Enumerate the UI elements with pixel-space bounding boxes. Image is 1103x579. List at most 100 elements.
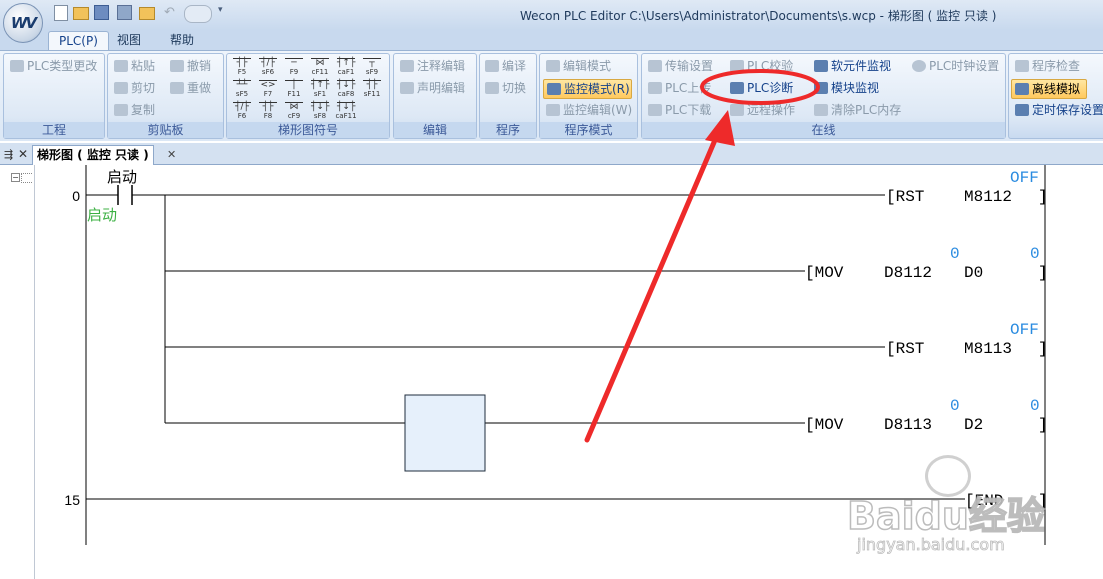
module-monitor-icon (814, 82, 828, 94)
clear-plc-memory-button[interactable]: 清除PLC内存 (814, 101, 901, 119)
cut-button[interactable]: 剪切 (114, 79, 155, 97)
group-edit: 注释编辑 声明编辑 编辑 (393, 53, 477, 139)
mov-instruction[interactable]: [MOV D8113 D2 ] 0 0 (805, 397, 1048, 434)
timed-save-settings-button[interactable]: 定时保存设置 (1015, 101, 1103, 119)
program-check-button[interactable]: 程序检查 (1015, 57, 1080, 75)
symbol-button[interactable]: ┤↑├ caF1 (335, 58, 357, 78)
window-title: Wecon PLC Editor C:\Users\Administrator\… (520, 9, 997, 23)
save-icon[interactable] (94, 5, 109, 20)
plc-diagnose-button[interactable]: PLC诊断 (730, 79, 793, 97)
group-program: 编译 切换 程序 (479, 53, 537, 139)
simulation-icon (1015, 83, 1029, 95)
tree-collapse-icon[interactable]: − (11, 173, 20, 182)
monitor-state: OFF (1010, 169, 1039, 187)
app-logo-button[interactable]: WV (3, 3, 43, 43)
copy-icon (114, 104, 128, 116)
pin-panel-icon[interactable]: ⇶ (4, 148, 13, 161)
switch-button[interactable]: 切换 (485, 79, 526, 97)
symbol-button[interactable]: ┤├ F5 (231, 58, 253, 78)
plc-download-button[interactable]: PLC下载 (648, 101, 711, 119)
plc-icon (10, 60, 24, 72)
group-label-edit: 编辑 (394, 122, 476, 138)
tab-view[interactable]: 视图 (107, 31, 151, 50)
plc-upload-button[interactable]: PLC上传 (648, 79, 711, 97)
copy-button[interactable]: 复制 (114, 101, 155, 119)
undo-button[interactable]: 撤销 (170, 57, 211, 75)
symbol-button[interactable]: ⋈ cF11 (309, 58, 331, 78)
module-monitor-button[interactable]: 模块监视 (814, 79, 879, 97)
download-arrow-icon (648, 104, 662, 116)
device-monitor-icon (814, 60, 828, 72)
symbol-button[interactable]: <> F7 (257, 80, 279, 100)
comment-edit-button[interactable]: 注释编辑 (400, 57, 465, 75)
transfer-settings-button[interactable]: 传输设置 (648, 57, 713, 75)
symbol-button[interactable]: ┤↓├ caF11 (335, 102, 357, 122)
scissors-icon (114, 82, 128, 94)
baidu-watermark: Baidu经验 jingyan.baidu.com (845, 455, 1100, 579)
ladder-cursor[interactable] (404, 394, 486, 472)
switch-icon (485, 82, 499, 94)
monitor-icon (547, 83, 561, 95)
timed-save-icon (1015, 104, 1029, 116)
close-panel-icon[interactable]: ✕ (18, 147, 28, 161)
symbol-button[interactable]: ┤├ F8 (257, 102, 279, 122)
rung-step-number: 0 (72, 188, 80, 204)
symbol-button[interactable]: ┤/├ sF6 (257, 58, 279, 78)
undo-arrow-icon[interactable]: ↶ (164, 5, 180, 21)
monitor-edit-icon (546, 104, 560, 116)
plc-verify-button[interactable]: PLC校验 (730, 57, 793, 75)
offline-simulation-button[interactable]: 离线模拟 (1011, 79, 1087, 99)
instruction-source: D8113 (884, 416, 932, 434)
plc-verify-icon (730, 60, 744, 72)
monitor-mode-button[interactable]: 监控模式(R) (543, 79, 632, 99)
symbol-button[interactable]: ┤/├ F6 (231, 102, 253, 122)
project-tree-panel: − (0, 165, 35, 579)
open-folder-icon[interactable] (73, 7, 89, 20)
tab-help[interactable]: 帮助 (160, 31, 204, 50)
plc-diagnose-icon (730, 82, 744, 94)
symbol-button[interactable]: │ F11 (283, 80, 305, 100)
contact-comment: 启动 (87, 206, 117, 224)
monitor-state: OFF (1010, 321, 1039, 339)
new-file-icon[interactable] (54, 5, 68, 21)
symbol-button[interactable]: ┤├ sF11 (361, 80, 383, 100)
symbol-button[interactable]: ┬ sF9 (361, 58, 383, 78)
monitor-value: 0 (950, 397, 960, 415)
quick-access-dropdown-icon[interactable]: ▾ (218, 5, 234, 21)
symbol-button[interactable]: ┴┴ sF5 (231, 80, 253, 100)
symbol-button[interactable]: ─ F9 (283, 58, 305, 78)
mov-instruction[interactable]: [MOV D8112 D0 ] 0 0 (805, 245, 1048, 282)
compile-button[interactable]: 编译 (485, 57, 526, 75)
print-preview-icon[interactable] (184, 5, 212, 23)
paste-icon (114, 60, 128, 72)
rst-instruction[interactable]: [RST M8113 ] OFF (886, 321, 1048, 358)
symbol-button[interactable]: ┤↓├ sF8 (309, 102, 331, 122)
symbol-button[interactable]: ⋈ cF9 (283, 102, 305, 122)
recent-folder-icon[interactable] (139, 7, 155, 20)
group-ladder-symbols: ┤├ F5 ┤/├ sF6 ─ F9 ⋈ cF11 ┤↑├ caF1 ┬ sF9 ┴┴ sF5… (226, 53, 390, 139)
instruction-operand: M8113 (964, 340, 1012, 358)
remote-operation-button[interactable]: 远程操作 (730, 101, 795, 119)
edit-mode-button[interactable]: 编辑模式 (546, 57, 611, 75)
group-label-clipboard: 剪贴板 (108, 122, 223, 138)
symbol-button[interactable]: ┤↑├ sF1 (309, 80, 331, 100)
plc-type-change-button[interactable]: PLC类型更改 (10, 57, 97, 75)
monitor-edit-button[interactable]: 监控编辑(W) (546, 101, 632, 119)
redo-button[interactable]: 重做 (170, 79, 211, 97)
save-as-icon[interactable] (117, 5, 132, 20)
instruction-close: ] (1038, 264, 1048, 282)
plc-clock-settings-button[interactable]: PLC时钟设置 (912, 57, 999, 75)
device-monitor-button[interactable]: 软元件监视 (814, 57, 891, 75)
monitor-value: 0 (1030, 397, 1040, 415)
close-tab-icon[interactable]: ✕ (167, 148, 176, 161)
paste-button[interactable]: 粘贴 (114, 57, 155, 75)
upload-arrow-icon (648, 82, 662, 94)
group-project: PLC类型更改 工程 (3, 53, 105, 139)
statement-edit-button[interactable]: 声明编辑 (400, 79, 465, 97)
tab-plc[interactable]: PLC(P) (48, 31, 109, 51)
symbol-button[interactable]: ┤↓├ caF8 (335, 80, 357, 100)
document-tab[interactable]: 梯形图 ( 监控 只读 ) (32, 145, 154, 165)
instruction-close: ] (1038, 188, 1048, 206)
group-online: 传输设置 PLC上传 PLC下载 PLC校验 PLC诊断 远程操作 软元件监视 … (641, 53, 1006, 139)
rst-instruction[interactable]: [RST M8112 ] OFF (886, 169, 1048, 206)
